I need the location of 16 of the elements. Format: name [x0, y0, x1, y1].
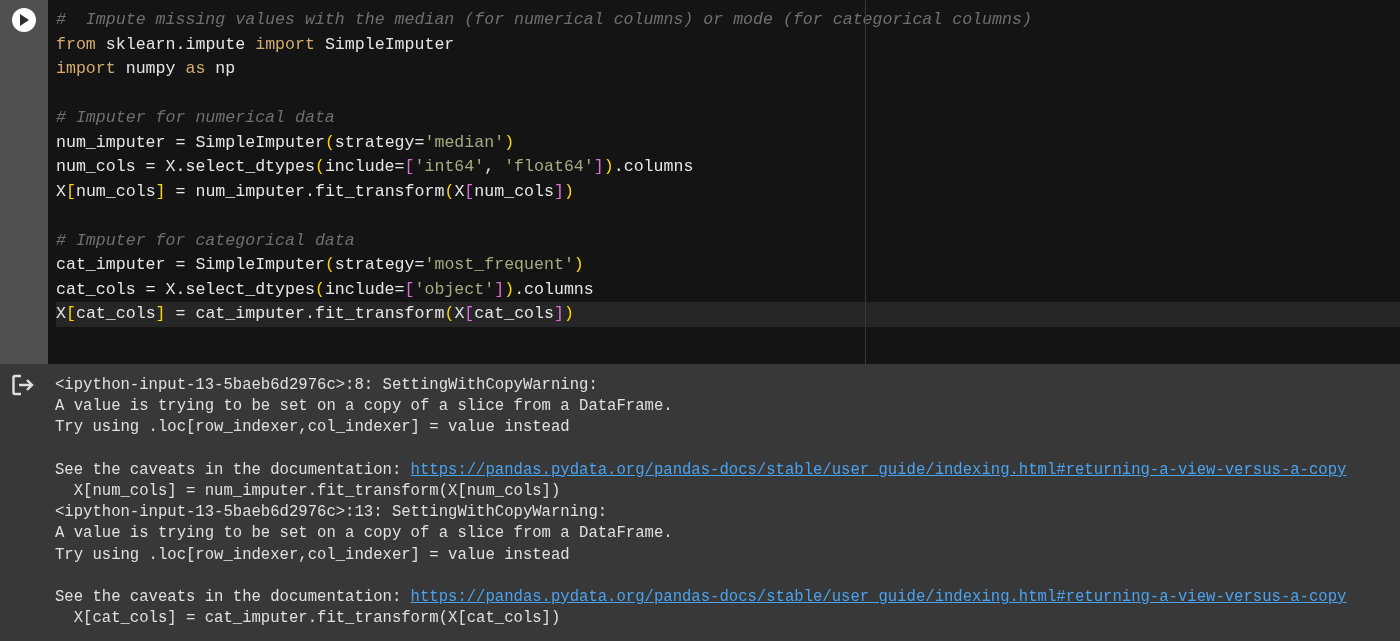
play-icon: [19, 14, 29, 26]
output-line: X[cat_cols] = cat_imputer.fit_transform(X[cat_cols]): [72, 608, 562, 630]
output-line: See the caveats in the documentation: https://pandas.pydata.org/pandas-docs/stable/user_guide/indexing.html#returning-a-view-versus-a-copy: [55, 587, 1347, 608]
code-editor[interactable]: [48, 0, 1400, 364]
output-line: X[num_cols] = num_imputer.fit_transform(X[num_cols]): [72, 481, 562, 502]
output-line: <ipython-input-13-5baeb6d2976c>:13: SettingWithCopyWarning:: [55, 502, 609, 524]
output-line: See the caveats in the documentation: https://pandas.pydata.org/pandas-docs/stable/user_guide/indexing.html#returning-a-view-versus-a-copy: [55, 459, 1347, 481]
documentation-link[interactable]: https://pandas.pydata.org/pandas-docs/stable/user_guide/indexing.html#returning-a-view-versus-a-copy: [410, 460, 1347, 479]
run-button[interactable]: [12, 8, 36, 32]
output-line: A value is trying to be set on a copy of a slice from a DataFrame.: [55, 523, 674, 545]
output-icon: [12, 374, 36, 396]
documentation-link[interactable]: https://pandas.pydata.org/pandas-docs/stable/user_guide/indexing.html#returning-a-view-versus-a-copy: [410, 588, 1347, 606]
output-line: Try using .loc[row_indexer,col_indexer] = value instead: [55, 417, 571, 439]
output-line: Try using .loc[row_indexer,col_indexer] = value instead: [55, 544, 571, 566]
output-line: <ipython-input-13-5baeb6d2976c>:8: SettingWithCopyWarning:: [55, 375, 599, 396]
output-line: A value is trying to be set on a copy of a slice from a DataFrame.: [55, 396, 674, 418]
